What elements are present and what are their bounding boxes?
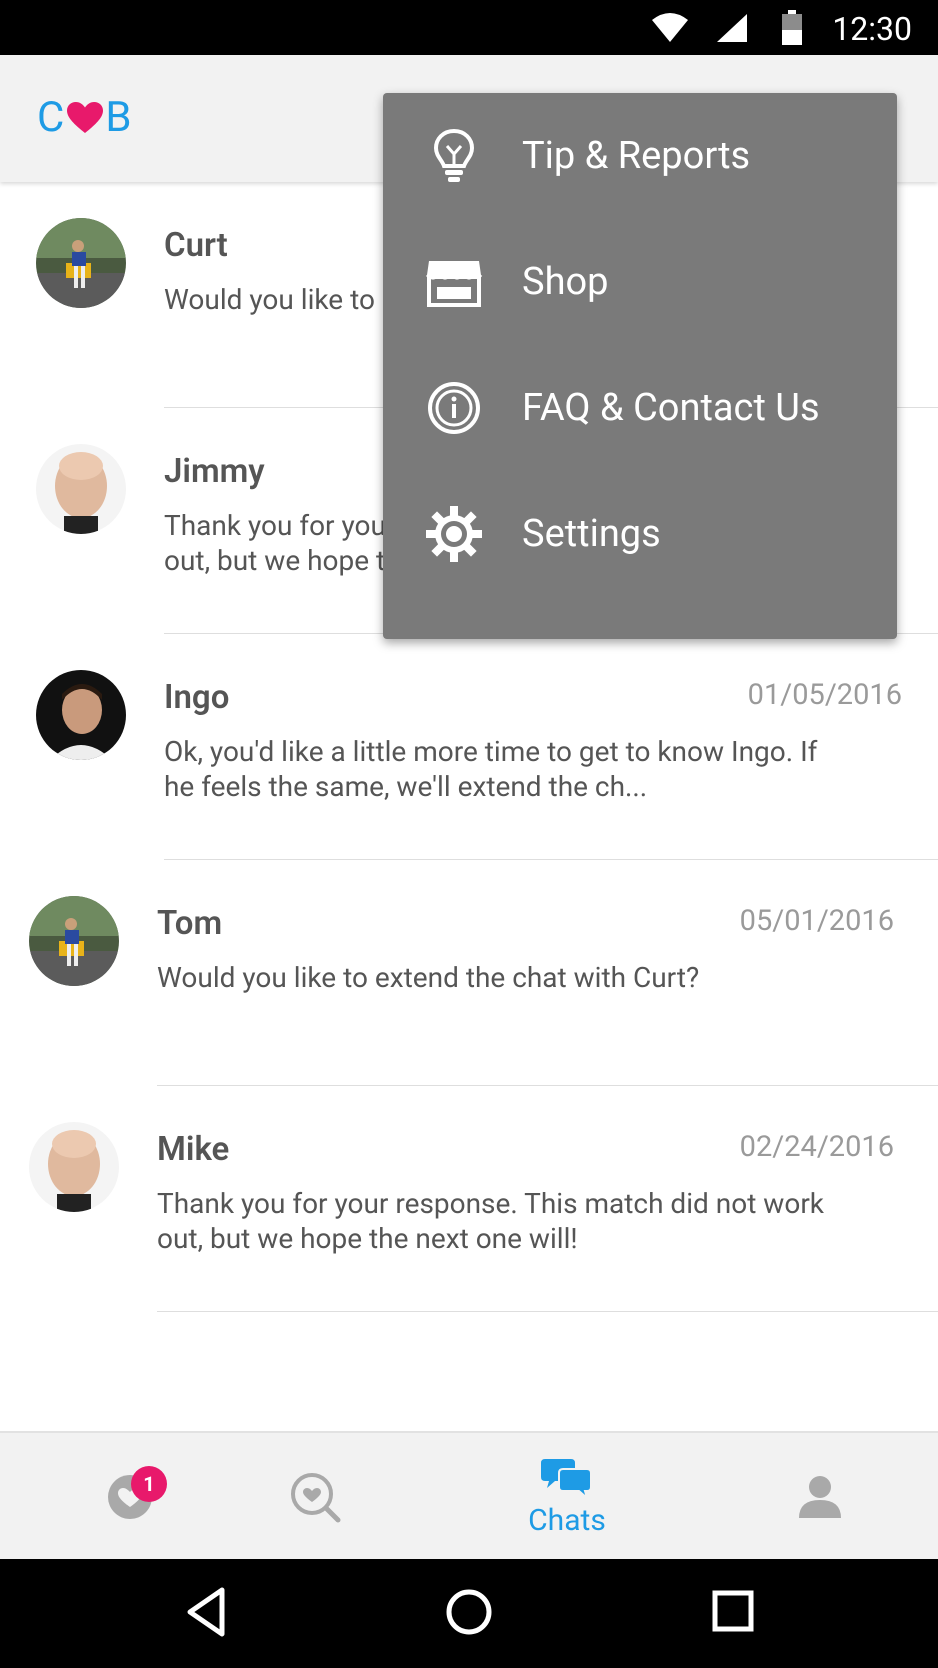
avatar: [29, 1122, 119, 1212]
person-icon: [799, 1476, 841, 1518]
chat-name: Jimmy: [164, 452, 265, 491]
chat-date: 01/05/2016: [747, 678, 902, 712]
chat-bubbles-icon: [541, 1458, 592, 1499]
back-icon[interactable]: [184, 1586, 228, 1638]
gear-icon: [423, 503, 485, 565]
wifi-icon: [652, 13, 688, 42]
chat-name: Ingo: [164, 678, 230, 717]
overflow-menu: Tip & Reports Shop FAQ & Contact Us Sett…: [383, 93, 897, 639]
menu-item-settings[interactable]: Settings: [383, 471, 897, 597]
bottom-nav: 1 Chats: [0, 1431, 938, 1561]
app-logo[interactable]: C B: [37, 93, 133, 142]
search-heart-icon: [291, 1473, 341, 1523]
chat-preview: Ok, you'd like a little more time to get…: [164, 735, 818, 803]
avatar: [36, 444, 126, 534]
menu-item-shop[interactable]: Shop: [383, 219, 897, 345]
chat-row[interactable]: Ingo 01/05/2016 Ok, you'd like a little …: [0, 634, 938, 860]
menu-item-label: Shop: [522, 260, 609, 304]
chat-preview: Would you like to extend the chat with C…: [157, 961, 700, 994]
battery-icon: [782, 10, 802, 45]
chat-name: Tom: [157, 904, 223, 943]
logo-letter-c: C: [37, 93, 66, 142]
shop-icon: [423, 251, 485, 313]
status-time: 12:30: [832, 10, 912, 48]
chat-preview: Thank you for your response. This match …: [157, 1187, 824, 1255]
avatar: [36, 670, 126, 760]
chat-date: 02/24/2016: [739, 1130, 894, 1164]
chat-date: 05/01/2016: [739, 904, 894, 938]
avatar: [29, 896, 119, 986]
chat-name: Curt: [164, 226, 228, 265]
system-nav-bar: [0, 1559, 938, 1668]
signal-icon: [717, 14, 747, 42]
chat-row[interactable]: Mike 02/24/2016 Thank you for your respo…: [0, 1086, 938, 1312]
heart-logo-icon: [67, 101, 104, 133]
menu-item-label: Settings: [522, 512, 661, 556]
divider: [157, 1311, 938, 1312]
info-icon: [423, 377, 485, 439]
menu-item-faq-contact[interactable]: FAQ & Contact Us: [383, 345, 897, 471]
avatar: [36, 218, 126, 308]
menu-item-label: FAQ & Contact Us: [522, 386, 820, 430]
recents-icon[interactable]: [712, 1590, 754, 1632]
chat-row[interactable]: Tom 05/01/2016 Would you like to extend …: [0, 860, 938, 1086]
notification-badge: 1: [131, 1466, 167, 1502]
status-bar: 12:30: [0, 0, 938, 55]
tab-discover[interactable]: [255, 1433, 375, 1561]
tab-likes[interactable]: [70, 1433, 190, 1561]
lightbulb-icon: [423, 125, 485, 187]
logo-letter-b: B: [105, 93, 133, 142]
menu-item-tips-reports[interactable]: Tip & Reports: [383, 93, 897, 219]
chat-name: Mike: [157, 1130, 230, 1169]
home-icon[interactable]: [444, 1586, 494, 1638]
tab-profile[interactable]: [760, 1433, 880, 1561]
menu-item-label: Tip & Reports: [522, 134, 751, 178]
tab-chats-label: Chats: [528, 1502, 606, 1538]
tab-chats[interactable]: Chats: [497, 1433, 637, 1561]
